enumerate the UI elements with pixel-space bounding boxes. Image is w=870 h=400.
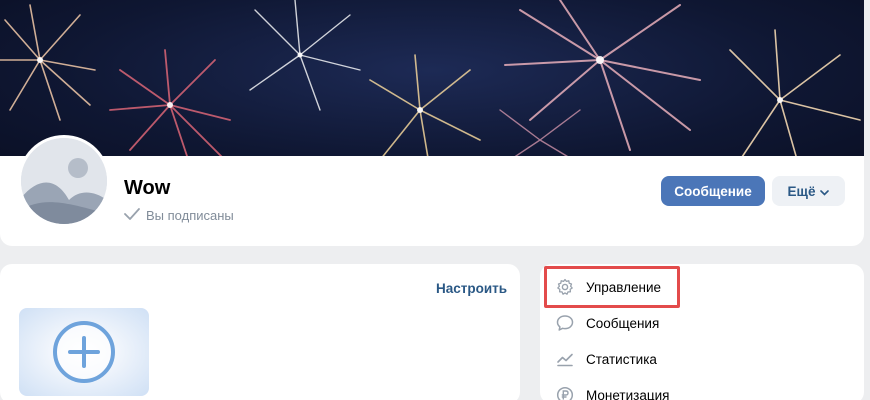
ruble-coin-icon — [556, 386, 574, 400]
subscription-status-label: Вы подписаны — [146, 208, 234, 223]
customize-link[interactable]: Настроить — [436, 281, 507, 296]
more-button[interactable]: Ещё — [772, 176, 845, 206]
avatar[interactable] — [18, 135, 110, 227]
subscription-status[interactable]: Вы подписаны — [124, 208, 234, 223]
chart-icon — [556, 350, 574, 368]
plus-icon — [53, 321, 115, 383]
menu-item-label: Сообщения — [586, 315, 660, 331]
group-name: Wow — [124, 177, 171, 199]
cover-image — [0, 0, 864, 175]
add-cover-tile[interactable] — [19, 308, 149, 396]
menu-item-statistics[interactable]: Статистика — [556, 347, 657, 371]
chat-bubble-icon — [556, 314, 574, 332]
chevron-down-icon — [820, 184, 830, 199]
menu-item-label: Монетизация — [586, 387, 670, 400]
menu-item-label: Статистика — [586, 351, 657, 367]
message-button[interactable]: Сообщение — [661, 176, 765, 206]
menu-item-messages[interactable]: Сообщения — [556, 311, 659, 335]
more-button-label: Ещё — [787, 183, 816, 199]
checkmark-icon — [124, 208, 140, 223]
avatar-placeholder-icon — [21, 138, 107, 224]
highlight-box — [544, 266, 680, 308]
menu-item-monetization[interactable]: Монетизация — [556, 383, 669, 400]
